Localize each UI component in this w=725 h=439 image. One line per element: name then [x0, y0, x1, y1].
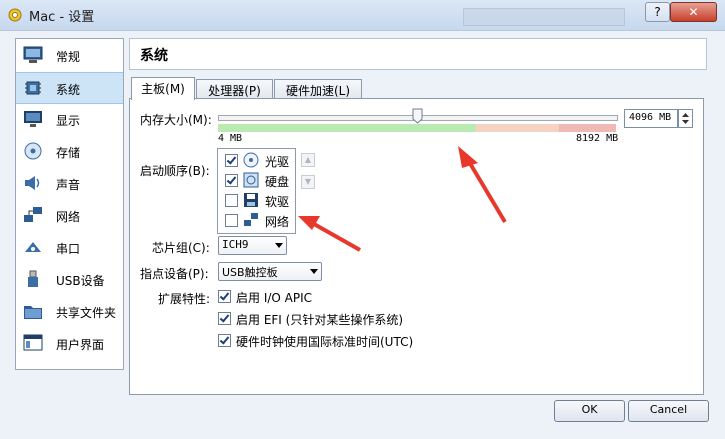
- boot-item-floppy[interactable]: 软驱: [221, 191, 293, 210]
- sidebar-item-label: 用户界面: [56, 338, 105, 352]
- help-button[interactable]: ?: [645, 2, 670, 22]
- help-icon: ?: [654, 5, 661, 19]
- network-icon: [244, 213, 258, 226]
- warning-range: [476, 124, 559, 132]
- tab-label: 主板(M): [141, 82, 185, 96]
- disk-icon: [24, 142, 42, 160]
- sidebar-item-shared-folders[interactable]: 共享文件夹: [16, 296, 123, 326]
- sidebar-item-storage[interactable]: 存储: [16, 136, 123, 166]
- sidebar-item-label: 显示: [56, 114, 81, 128]
- extended-features-label: 扩展特性:: [158, 292, 211, 306]
- utc-clock-checkbox[interactable]: [218, 334, 231, 347]
- boot-item-label: 软驱: [265, 195, 290, 209]
- memory-max-label: 8192 MB: [576, 133, 619, 144]
- usb-icon: [28, 270, 38, 287]
- boot-checkbox[interactable]: [225, 214, 238, 227]
- background-window-tab: [463, 8, 625, 26]
- sidebar-item-serial[interactable]: 串口: [16, 232, 123, 262]
- optical-drive-icon: [243, 152, 259, 168]
- close-button[interactable]: ✕: [670, 2, 717, 22]
- speaker-icon: [25, 176, 40, 190]
- boot-item-hard-disk[interactable]: 硬盘: [221, 171, 293, 190]
- memory-stepper[interactable]: [678, 109, 693, 128]
- sidebar-item-label: 常规: [56, 50, 81, 64]
- boot-item-network[interactable]: 网络: [221, 211, 293, 230]
- sidebar-item-system[interactable]: 系统: [16, 72, 123, 104]
- ui-window-icon: [23, 334, 43, 351]
- sidebar-item-label: 声音: [56, 178, 81, 192]
- chipset-value: ICH9: [222, 238, 249, 251]
- efi-checkbox[interactable]: [218, 312, 231, 325]
- memory-input[interactable]: 4096 MB: [624, 109, 678, 128]
- sidebar-item-display[interactable]: 显示: [16, 104, 123, 134]
- boot-order-label: 启动顺序(B):: [140, 164, 210, 178]
- page-title-bar: 系统: [129, 38, 707, 70]
- memory-label: 内存大小(M):: [140, 113, 212, 127]
- close-icon: ✕: [688, 5, 699, 19]
- tab-acceleration[interactable]: 硬件加速(L): [274, 79, 362, 99]
- settings-sidebar: 常规 系统 显示 存储 声音 网络 串口 USB设备 共享文件夹 用户界面: [15, 38, 124, 370]
- sidebar-item-network[interactable]: 网络: [16, 200, 123, 230]
- title-bar: Mac - 设置 ? ✕: [0, 0, 725, 31]
- page-title: 系统: [140, 48, 168, 64]
- boot-checkbox[interactable]: [225, 194, 238, 207]
- boot-item-label: 光驱: [265, 155, 290, 169]
- display-icon: [24, 111, 42, 127]
- cancel-button[interactable]: Cancel: [628, 400, 709, 422]
- memory-slider-handle[interactable]: [412, 108, 423, 124]
- sidebar-item-general[interactable]: 常规: [16, 40, 123, 70]
- boot-move-up-button[interactable]: ▲: [301, 153, 315, 167]
- tab-processor[interactable]: 处理器(P): [196, 79, 273, 99]
- chevron-down-icon: [310, 269, 318, 274]
- efi-label: 启用 EFI (只针对某些操作系统): [236, 313, 404, 327]
- boot-item-label: 硬盘: [265, 175, 290, 189]
- sidebar-item-usb[interactable]: USB设备: [16, 264, 123, 294]
- virtualbox-gear-icon: [8, 8, 22, 22]
- sidebar-item-label: 网络: [56, 210, 81, 224]
- ok-label: OK: [581, 403, 598, 416]
- io-apic-label: 启用 I/O APIC: [236, 291, 313, 305]
- memory-range-scale: [218, 124, 616, 132]
- floppy-icon: [244, 193, 258, 207]
- window-title: Mac - 设置: [29, 10, 95, 25]
- tab-label: 处理器(P): [208, 84, 261, 98]
- cancel-label: Cancel: [649, 403, 688, 416]
- tab-label: 硬件加速(L): [285, 84, 351, 98]
- boot-move-down-button[interactable]: ▼: [301, 175, 315, 189]
- memory-min-label: 4 MB: [218, 133, 243, 144]
- boot-checkbox[interactable]: [225, 174, 238, 187]
- sidebar-item-label: 系统: [56, 83, 81, 97]
- io-apic-checkbox[interactable]: [218, 290, 231, 303]
- chip-icon: [25, 81, 41, 95]
- tab-motherboard[interactable]: 主板(M): [131, 77, 195, 100]
- chipset-select[interactable]: ICH9: [218, 236, 287, 255]
- utc-clock-label: 硬件时钟使用国际标准时间(UTC): [236, 335, 414, 349]
- sidebar-item-label: 共享文件夹: [56, 306, 117, 320]
- stepper-arrows-icon: [682, 113, 689, 124]
- folder-icon: [24, 306, 42, 319]
- boot-order-list: 光驱 硬盘 软驱 网络: [217, 148, 296, 234]
- danger-range: [559, 124, 616, 132]
- hard-disk-icon: [243, 172, 259, 188]
- sidebar-item-label: 存储: [56, 146, 81, 160]
- network-icon: [24, 207, 42, 222]
- monitor-icon: [23, 46, 43, 63]
- boot-item-optical[interactable]: 光驱: [221, 151, 293, 170]
- ok-button[interactable]: OK: [554, 400, 625, 422]
- boot-checkbox[interactable]: [225, 154, 238, 167]
- chipset-label: 芯片组(C):: [152, 241, 210, 255]
- safe-range: [218, 124, 476, 132]
- pointing-device-value: USB触控板: [222, 266, 278, 279]
- pointing-device-label: 指点设备(P):: [140, 267, 209, 281]
- pointing-device-select[interactable]: USB触控板: [218, 262, 322, 281]
- memory-value: 4096 MB: [629, 112, 672, 123]
- sidebar-item-audio[interactable]: 声音: [16, 168, 123, 198]
- sidebar-item-label: USB设备: [56, 274, 105, 288]
- boot-item-label: 网络: [265, 215, 290, 229]
- chevron-down-icon: [275, 243, 283, 248]
- sidebar-item-user-interface[interactable]: 用户界面: [16, 328, 123, 358]
- sidebar-item-label: 串口: [56, 242, 81, 256]
- serial-port-icon: [25, 242, 41, 252]
